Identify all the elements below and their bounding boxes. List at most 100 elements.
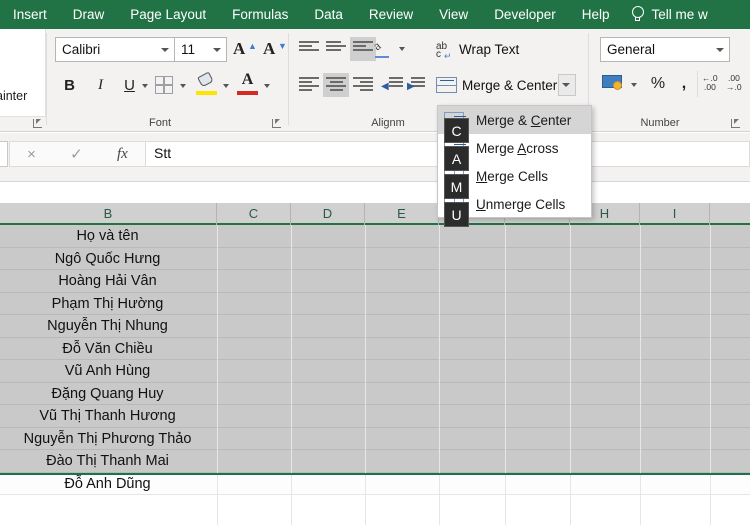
align-top-icon bbox=[299, 41, 319, 57]
menu-item-label: Merge & Center bbox=[476, 113, 571, 128]
decrease-font-size-button[interactable]: A ▼ bbox=[263, 39, 275, 59]
table-row[interactable]: Vũ Thị Thanh Hương bbox=[0, 405, 750, 428]
fill-color-dropdown-caret-icon[interactable] bbox=[223, 84, 229, 88]
accounting-format-icon[interactable] bbox=[602, 75, 624, 92]
column-header-b[interactable]: B bbox=[0, 203, 217, 225]
font-name-combobox[interactable]: Calibri bbox=[55, 37, 175, 62]
column-header-e[interactable]: E bbox=[365, 203, 439, 225]
ribbon-tab-page-layout[interactable]: Page Layout bbox=[117, 0, 219, 29]
table-row[interactable]: Vũ Anh Hùng bbox=[0, 360, 750, 383]
decrease-decimal-icon[interactable]: .00→.0 bbox=[726, 74, 750, 96]
number-group-label: Number bbox=[625, 117, 695, 129]
column-gridline bbox=[365, 225, 366, 473]
table-row[interactable]: Phạm Thị Hường bbox=[0, 293, 750, 316]
italic-button[interactable]: I bbox=[88, 73, 113, 98]
cell-name[interactable]: Họ và tên bbox=[0, 225, 215, 248]
group-separator bbox=[288, 33, 289, 125]
align-center-button[interactable] bbox=[323, 73, 349, 97]
align-center-icon bbox=[326, 77, 346, 93]
cell-name[interactable]: Ngô Quốc Hưng bbox=[0, 248, 215, 271]
borders-dropdown-caret-icon[interactable] bbox=[180, 84, 186, 88]
align-middle-button[interactable] bbox=[323, 37, 349, 61]
table-row[interactable]: Nguyễn Thị Phương Thảo bbox=[0, 428, 750, 451]
cell-name[interactable]: Đặng Quang Huy bbox=[0, 383, 215, 406]
ribbon-tab-insert[interactable]: Insert bbox=[0, 0, 60, 29]
column-header-d[interactable]: D bbox=[291, 203, 365, 225]
number-dialog-launcher[interactable] bbox=[731, 119, 740, 128]
fill-color-icon[interactable] bbox=[196, 73, 218, 97]
cell-name[interactable]: Đỗ Văn Chiều bbox=[0, 338, 215, 361]
percent-format-button[interactable]: % bbox=[648, 73, 668, 95]
worksheet-grid: BCDEFGHI Họ và tênNgô Quốc HưngHoàng Hải… bbox=[0, 182, 750, 500]
underline-dropdown-caret-icon[interactable] bbox=[142, 84, 148, 88]
insert-function-icon[interactable]: fx bbox=[117, 146, 128, 163]
ribbon-tab-developer[interactable]: Developer bbox=[481, 0, 569, 29]
cell-name[interactable]: Đào Thị Thanh Mai bbox=[0, 450, 215, 473]
number-format-combobox[interactable]: General bbox=[600, 37, 730, 62]
table-row[interactable]: Hoàng Hải Vân bbox=[0, 270, 750, 293]
enter-icon[interactable]: ✓ bbox=[70, 145, 83, 163]
borders-icon[interactable] bbox=[155, 76, 173, 94]
keytip-badge-a: A bbox=[444, 146, 469, 171]
ribbon-tab-view[interactable]: View bbox=[426, 0, 481, 29]
align-top-button[interactable] bbox=[296, 37, 322, 61]
font-size-combobox[interactable]: 11 bbox=[175, 37, 227, 62]
table-row[interactable]: Đỗ Anh Dũng bbox=[0, 473, 750, 496]
cell-name[interactable]: Đỗ Anh Dũng bbox=[0, 473, 215, 496]
clipboard-dialog-launcher[interactable] bbox=[33, 119, 42, 128]
table-row[interactable]: Đỗ Văn Chiều bbox=[0, 338, 750, 361]
table-row[interactable]: Đào Thị Thanh Mai bbox=[0, 450, 750, 473]
cell-name[interactable]: Hoàng Hải Vân bbox=[0, 270, 215, 293]
ribbon-tab-formulas[interactable]: Formulas bbox=[219, 0, 301, 29]
caret-up-icon: ▲ bbox=[248, 41, 257, 51]
column-gridline bbox=[710, 473, 711, 525]
increase-font-size-button[interactable]: A ▲ bbox=[233, 39, 245, 59]
font-color-icon[interactable]: A bbox=[237, 73, 259, 97]
tell-me-label: Tell me w bbox=[652, 7, 708, 22]
accounting-dropdown-caret-icon[interactable] bbox=[631, 83, 637, 87]
bold-button[interactable]: B bbox=[57, 73, 82, 98]
font-dialog-launcher[interactable] bbox=[272, 119, 281, 128]
increase-indent-button[interactable]: ▶ bbox=[405, 73, 431, 97]
orientation-dropdown-caret-icon[interactable] bbox=[399, 47, 405, 51]
comma-format-button[interactable]: , bbox=[674, 73, 694, 95]
table-row[interactable]: Nguyễn Thị Nhung bbox=[0, 315, 750, 338]
ribbon-tab-review[interactable]: Review bbox=[356, 0, 426, 29]
table-row[interactable]: Ngô Quốc Hưng bbox=[0, 248, 750, 271]
grow-font-letter: A bbox=[233, 39, 245, 58]
increase-decimal-icon[interactable]: ←.0.00 bbox=[702, 74, 728, 96]
cell-name[interactable]: Nguyễn Thị Nhung bbox=[0, 315, 215, 338]
column-gridline bbox=[291, 225, 292, 473]
format-painter-label[interactable]: ainter bbox=[0, 89, 27, 103]
name-box[interactable] bbox=[0, 141, 8, 167]
column-gridline bbox=[505, 473, 506, 525]
font-color-dropdown-caret-icon[interactable] bbox=[264, 84, 270, 88]
decrease-indent-button[interactable]: ◀ bbox=[378, 73, 404, 97]
cancel-icon[interactable]: × bbox=[27, 146, 36, 163]
cell-name[interactable]: Phạm Thị Hường bbox=[0, 293, 215, 316]
ribbon-tab-data[interactable]: Data bbox=[301, 0, 356, 29]
chevron-down-icon bbox=[161, 48, 169, 52]
number-format-value: General bbox=[607, 42, 655, 57]
column-header-i[interactable]: I bbox=[640, 203, 710, 225]
menu-item-label: Merge Across bbox=[476, 141, 559, 156]
column-header-c[interactable]: C bbox=[217, 203, 291, 225]
menu-item-label: Unmerge Cells bbox=[476, 197, 565, 212]
merge-center-dropdown-button[interactable] bbox=[558, 74, 576, 96]
cell-name[interactable]: Vũ Anh Hùng bbox=[0, 360, 215, 383]
cell-name[interactable]: Nguyễn Thị Phương Thảo bbox=[0, 428, 215, 451]
ribbon-tab-draw[interactable]: Draw bbox=[60, 0, 118, 29]
wrap-text-button[interactable]: Wrap Text bbox=[459, 42, 519, 57]
align-right-button[interactable] bbox=[350, 73, 376, 97]
merge-center-button[interactable]: Merge & Center bbox=[462, 78, 557, 93]
ribbon-tab-help[interactable]: Help bbox=[569, 0, 623, 29]
table-row[interactable]: Họ và tên bbox=[0, 225, 750, 248]
table-row[interactable]: Đặng Quang Huy bbox=[0, 383, 750, 406]
lightbulb-icon bbox=[631, 6, 645, 23]
cell-name[interactable]: Vũ Thị Thanh Hương bbox=[0, 405, 215, 428]
orientation-icon[interactable]: a bbox=[374, 39, 394, 59]
align-left-button[interactable] bbox=[296, 73, 322, 97]
keytip-badge-m: M bbox=[444, 174, 469, 199]
underline-button[interactable]: U bbox=[117, 73, 142, 98]
tell-me-box[interactable]: Tell me w bbox=[631, 6, 708, 23]
